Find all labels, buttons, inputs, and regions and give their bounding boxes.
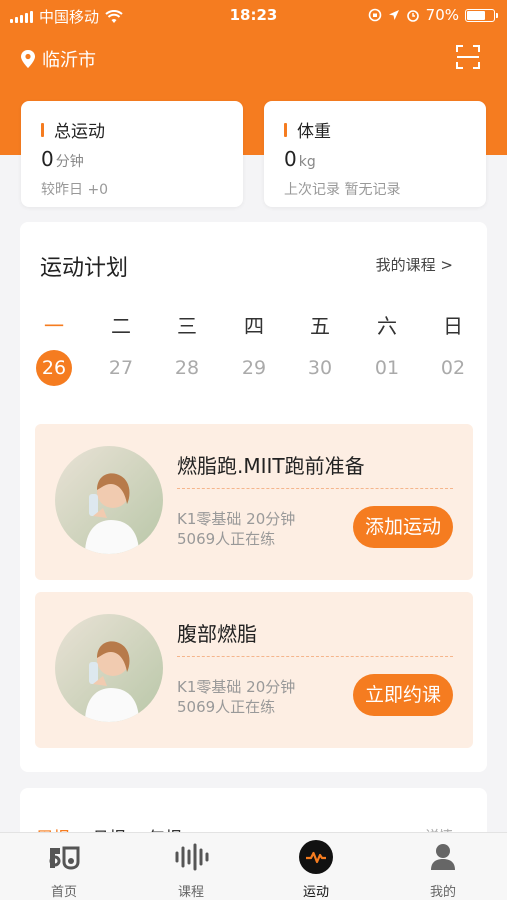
course-card[interactable]: 燃脂跑.MIIT跑前准备 K1零基础 20分钟 5069人正在练 添加运动 <box>35 424 473 580</box>
location-label: 临沂市 <box>42 50 96 71</box>
tab-label: 运动 <box>302 885 329 900</box>
course-card[interactable]: 腹部燃脂 K1零基础 20分钟 5069人正在练 立即约课 <box>35 592 473 748</box>
tab-label: 课程 <box>177 885 204 900</box>
book-course-button[interactable]: 立即约课 <box>352 674 453 716</box>
course-level: K1零基础 20分钟 <box>177 510 296 528</box>
tab-exercise[interactable]: 运动 <box>266 839 366 900</box>
stat-sub: 较昨日 +0 <box>41 182 109 198</box>
add-exercise-button[interactable]: 添加运动 <box>352 506 453 548</box>
date-number: 28 <box>174 357 200 379</box>
total-exercise-card[interactable]: 总运动 0 分钟 较昨日 +0 <box>21 101 243 207</box>
stat-value: 0 <box>41 147 54 171</box>
battery-icon <box>465 8 498 22</box>
top-header: 临沂市 <box>0 40 507 76</box>
stat-title: 总运动 <box>41 117 105 142</box>
date-number: 26 <box>41 357 67 379</box>
alarm-icon <box>406 10 419 22</box>
stat-title: 体重 <box>284 117 331 142</box>
status-bar: 中国移动 18:23 70% <box>0 0 507 30</box>
my-courses-link[interactable]: 我的课程 > <box>376 254 453 275</box>
course-title: 燃脂跑.MIIT跑前准备 <box>177 454 365 478</box>
weekday-label: 一 <box>44 314 64 338</box>
tab-label: 我的 <box>429 885 456 900</box>
course-photo <box>55 614 163 722</box>
date-number: 01 <box>374 357 400 379</box>
location-arrow-icon <box>388 10 399 20</box>
date-cell[interactable]: 27 <box>101 350 141 386</box>
weekday-label: 日 <box>443 314 463 338</box>
stat-unit: 分钟 <box>55 154 84 170</box>
weight-card[interactable]: 体重 0 kg 上次记录 暂无记录 <box>264 101 486 207</box>
date-number: 02 <box>440 357 466 379</box>
pulse-icon <box>299 840 333 874</box>
course-title: 腹部燃脂 <box>177 622 257 646</box>
scan-icon[interactable] <box>455 44 481 70</box>
date-cell[interactable]: 01 <box>367 350 407 386</box>
weekday-label: 四 <box>244 314 264 338</box>
weekday-label: 五 <box>310 314 330 338</box>
bottom-tab-bar: 首页 课程 运动 我的 <box>0 832 507 900</box>
date-cell[interactable]: 29 <box>234 350 274 386</box>
date-number: 29 <box>241 357 267 379</box>
home-logo-icon <box>49 846 80 870</box>
divider <box>177 488 453 489</box>
divider <box>177 656 453 657</box>
battery-percent: 70% <box>425 6 459 24</box>
stat-value: 0 <box>284 147 297 171</box>
tab-mine[interactable]: 我的 <box>393 839 493 900</box>
weekday-label: 二 <box>111 314 131 338</box>
course-photo <box>55 446 163 554</box>
stat-unit: kg <box>298 154 316 170</box>
stat-sub: 上次记录 暂无记录 <box>284 182 401 198</box>
course-participants: 5069人正在练 <box>177 698 276 716</box>
tab-label: 首页 <box>50 885 77 900</box>
date-number: 27 <box>108 357 134 379</box>
date-cell[interactable]: 30 <box>300 350 340 386</box>
person-icon <box>431 844 455 870</box>
date-cell[interactable]: 28 <box>167 350 207 386</box>
date-cell[interactable]: 26 <box>34 350 74 386</box>
weekday-label: 三 <box>177 314 197 338</box>
course-level: K1零基础 20分钟 <box>177 678 296 696</box>
plan-title: 运动计划 <box>40 256 129 281</box>
tab-courses[interactable]: 课程 <box>141 839 241 900</box>
weekday-label: 六 <box>377 314 397 338</box>
location-selector[interactable]: 临沂市 <box>20 46 96 72</box>
tab-home[interactable]: 首页 <box>14 839 114 900</box>
date-cell[interactable]: 02 <box>433 350 473 386</box>
rotation-lock-icon <box>368 8 381 22</box>
location-pin-icon <box>21 50 35 68</box>
exercise-plan-card: 运动计划 我的课程 > 一 二 三 四 五 六 日 26 27 28 29 30… <box>20 222 487 772</box>
course-participants: 5069人正在练 <box>177 530 276 548</box>
date-number: 30 <box>307 357 333 379</box>
waveform-icon <box>175 843 209 871</box>
